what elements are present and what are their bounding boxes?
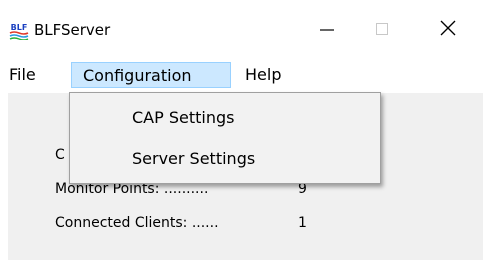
menu-configuration[interactable]: Configuration (71, 62, 231, 88)
window-title: BLFServer (34, 21, 111, 39)
close-button[interactable] (428, 18, 468, 42)
minimize-button[interactable] (307, 18, 347, 42)
blf-logo-text: BLF (11, 23, 28, 32)
menu-file[interactable]: File (9, 62, 36, 88)
minimize-icon (320, 21, 334, 40)
stat-label: C (55, 147, 65, 163)
close-icon (440, 20, 456, 40)
blf-logo-icon: BLF (9, 22, 29, 41)
menu-item-cap-settings[interactable]: CAP Settings (132, 107, 234, 129)
menu-bar: File Configuration Help (0, 60, 483, 90)
title-bar[interactable]: BLF BLFServer (0, 0, 483, 58)
menu-item-server-settings[interactable]: Server Settings (132, 148, 255, 170)
app-window: BLF BLFServer File Configuration Help C … (0, 0, 483, 260)
maximize-button[interactable] (362, 18, 402, 42)
stat-value-connected-clients: 1 (298, 215, 307, 231)
menu-help[interactable]: Help (245, 62, 281, 88)
configuration-dropdown-menu: CAP Settings Server Settings (69, 92, 381, 184)
maximize-icon (375, 21, 389, 40)
stat-label-connected-clients: Connected Clients: ...... (55, 215, 219, 231)
